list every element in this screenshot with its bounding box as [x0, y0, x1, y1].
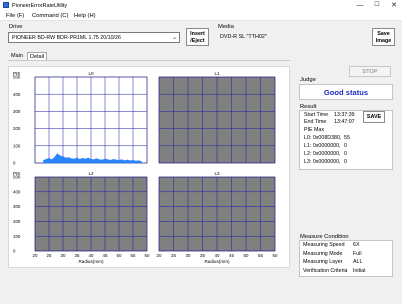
- pie-max-l2-value: 0: [344, 151, 347, 157]
- y-tick-label: 400: [13, 189, 21, 194]
- window-title: PioneerErrorRateUtility: [12, 2, 68, 9]
- tab-main[interactable]: Main: [9, 52, 25, 60]
- y-tick-label: 300: [13, 109, 21, 114]
- x-tick-label: 55: [131, 253, 136, 258]
- stop-button[interactable]: STOP: [349, 66, 391, 77]
- end-time-value: 13:47:07: [334, 119, 355, 125]
- menu-command[interactable]: Command (C): [32, 13, 68, 19]
- media-label: Media: [218, 24, 234, 30]
- save-image-line1: Save: [377, 31, 390, 37]
- title-bar: PioneerErrorRateUtility — ☐ ✕: [0, 0, 402, 11]
- save-image-line2: Image: [375, 38, 392, 44]
- drive-label: Drive: [9, 24, 23, 30]
- measuring-layer-key: Measuring Layer: [303, 259, 343, 265]
- x-tick-label: 45: [229, 253, 234, 258]
- tab-detail[interactable]: Detail: [27, 52, 48, 60]
- x-axis-label: Radius(mm): [204, 259, 229, 264]
- media-value: DVD-R SL "TTH02": [220, 34, 267, 40]
- measuring-speed-value: 6X: [353, 242, 360, 248]
- verification-criteria-key: Verification Criteria: [303, 267, 348, 274]
- x-tick-label: 60: [145, 253, 150, 258]
- x-tick-label: 40: [215, 253, 220, 258]
- y-tick-label: 100: [13, 143, 21, 148]
- panel-title-l1: L1: [214, 71, 220, 76]
- y-axis-label: PIE: [13, 71, 20, 76]
- y-tick-label: 300: [13, 204, 21, 209]
- x-tick-label: 25: [171, 253, 176, 258]
- x-tick-label: 20: [33, 253, 38, 258]
- minimize-button[interactable]: —: [352, 0, 368, 11]
- panel-title-l0: L0: [88, 71, 94, 76]
- start-time-label: Start Time: [304, 112, 329, 118]
- menu-help[interactable]: Help (H): [74, 13, 96, 19]
- close-button[interactable]: ✕: [386, 0, 402, 11]
- pie-max-l1-addr: L1: 0x0000000,: [304, 143, 341, 149]
- y-tick-label: 100: [13, 234, 21, 239]
- x-tick-label: 60: [273, 253, 278, 258]
- panel-title-l3: L3: [214, 171, 220, 176]
- pie-max-l0-value: 55: [344, 135, 350, 141]
- drive-select-value: PIONEER BD-RW BDR-PR1ML 1.75 20/10/26: [12, 35, 121, 42]
- y-tick-label: 0: [13, 161, 16, 166]
- y-tick-label: 200: [13, 219, 21, 224]
- end-time-label: End Time: [304, 119, 327, 125]
- pie-charts: L00100200300400500PIE L1L2010020030040050…: [13, 71, 278, 264]
- save-image-button[interactable]: Save Image: [372, 28, 395, 46]
- x-tick-label: 25: [47, 253, 52, 258]
- judge-label: Judge: [300, 77, 316, 83]
- x-tick-label: 40: [89, 253, 94, 258]
- judge-status: Good status: [323, 88, 369, 97]
- pie-max-l1-value: 0: [344, 143, 347, 149]
- drive-select[interactable]: PIONEER BD-RW BDR-PR1ML 1.75 20/10/26 ⌄: [8, 32, 180, 43]
- x-tick-label: 35: [200, 253, 205, 258]
- x-tick-label: 50: [117, 253, 122, 258]
- measuring-layer-value: ALL: [353, 259, 363, 265]
- pie-max-l0-addr: L0: 0x008D380,: [304, 135, 342, 141]
- maximize-button[interactable]: ☐: [369, 0, 385, 11]
- pie-max-l3-value: 0: [344, 159, 347, 165]
- x-tick-label: 30: [186, 253, 191, 258]
- panel-title-l2: L2: [88, 171, 94, 176]
- x-tick-label: 30: [61, 253, 66, 258]
- x-axis-label: Radius(mm): [78, 259, 103, 264]
- measuring-mode-value: Full: [353, 250, 362, 257]
- x-tick-label: 45: [103, 253, 108, 258]
- pie-max-label: PIE Max: [304, 127, 325, 133]
- pie-max-l3-addr: L3: 0x0000000,: [304, 159, 341, 165]
- x-tick-label: 55: [258, 253, 263, 258]
- y-tick-label: 200: [13, 126, 21, 131]
- chevron-down-icon: ⌄: [171, 35, 177, 41]
- chart-area: L0 0 100 200 300 400 500 PIE L1 L2 0 100 200 300 400 50…: [8, 66, 290, 268]
- measuring-mode-key: Measuring Mode: [303, 250, 343, 257]
- x-tick-label: 20: [157, 253, 162, 258]
- insert-eject-line2: /Eject: [190, 38, 205, 44]
- insert-eject-button[interactable]: Insert /Eject: [186, 28, 209, 46]
- measuring-speed-key: Measuring Speed: [303, 242, 345, 248]
- insert-eject-line1: Insert: [190, 31, 205, 37]
- x-tick-label: 35: [75, 253, 80, 258]
- y-axis-label: PIE: [13, 171, 20, 176]
- start-time-value: 13:37:39: [334, 112, 355, 118]
- verification-criteria-value: Initial: [353, 267, 366, 274]
- menu-file[interactable]: File (F): [6, 13, 24, 19]
- app-icon: [3, 2, 9, 8]
- y-tick-label: 0: [13, 249, 16, 254]
- pie-max-l2-addr: L2: 0x0000000,: [304, 151, 341, 157]
- x-tick-label: 50: [244, 253, 249, 258]
- menu-bar: File (F) Command (C) Help (H): [0, 11, 402, 21]
- save-result-button[interactable]: SAVE: [363, 111, 385, 123]
- tabs-divider: [8, 60, 290, 61]
- y-tick-label: 400: [13, 92, 21, 97]
